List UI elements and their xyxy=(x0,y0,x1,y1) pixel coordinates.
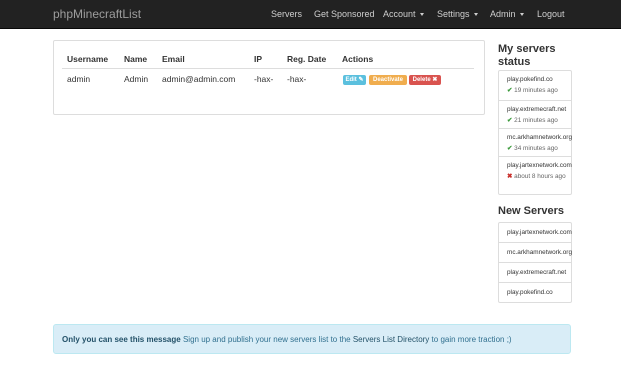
server-address: mc.arkhamnetwork.org xyxy=(507,249,572,256)
list-item[interactable]: mc.arkhamnetwork.org ✔ 34 minutes ago xyxy=(499,128,572,156)
header-ip: IP xyxy=(254,54,263,64)
delete-button[interactable]: Delete ✖ xyxy=(409,75,441,85)
table-header-divider xyxy=(62,68,474,69)
nav-settings-dropdown[interactable]: Settings xyxy=(437,9,478,19)
servers-list-directory-link[interactable]: Servers List Directory xyxy=(353,335,429,344)
server-address: play.jartexnetwork.com xyxy=(507,162,572,169)
nav-admin-dropdown[interactable]: Admin xyxy=(490,9,524,19)
last-checked: 21 minutes ago xyxy=(514,117,558,124)
list-item[interactable]: play.jartexnetwork.com xyxy=(499,223,572,242)
list-item[interactable]: play.pokefind.co xyxy=(499,282,571,302)
list-item[interactable]: play.extremecraft.net ✔ 21 minutes ago xyxy=(499,100,571,128)
server-address: play.extremecraft.net xyxy=(507,269,567,276)
header-name: Name xyxy=(124,54,148,64)
cross-icon: ✖ xyxy=(507,173,513,180)
header-email: Email xyxy=(162,54,185,64)
server-address: play.jartexnetwork.com xyxy=(507,229,572,236)
list-item[interactable]: play.pokefind.co ✔ 19 minutes ago xyxy=(499,71,571,100)
nav-get-sponsored[interactable]: Get Sponsored xyxy=(314,9,375,19)
cell-reg-date: -hax- xyxy=(287,74,307,84)
list-item[interactable]: play.jartexnetwork.com ✖ about 8 hours a… xyxy=(499,156,572,194)
check-icon: ✔ xyxy=(507,87,513,94)
alert-message: Only you can see this message Sign up an… xyxy=(62,335,512,344)
users-table-panel: Username Name Email IP Reg. Date Actions… xyxy=(53,40,485,115)
edit-label: Edit xyxy=(345,77,357,83)
server-address: play.pokefind.co xyxy=(507,289,553,296)
alert-text-1: Sign up and publish your new servers lis… xyxy=(182,335,351,344)
nav-account-label: Account xyxy=(383,9,416,19)
last-checked: 34 minutes ago xyxy=(514,145,558,152)
server-address: play.extremecraft.net xyxy=(507,106,567,113)
servers-status-title: My servers status xyxy=(498,43,556,68)
pencil-icon: ✎ xyxy=(358,77,364,83)
info-alert: Only you can see this message Sign up an… xyxy=(53,324,571,354)
chevron-down-icon xyxy=(519,13,524,17)
chevron-down-icon xyxy=(419,13,424,17)
header-actions: Actions xyxy=(342,54,374,64)
nav-admin-label: Admin xyxy=(490,9,516,19)
nav-logout[interactable]: Logout xyxy=(537,9,565,19)
new-servers-title: New Servers xyxy=(498,205,565,217)
alert-strong: Only you can see this message xyxy=(62,335,181,344)
header-username: Username xyxy=(67,54,109,64)
deactivate-button[interactable]: Deactivate xyxy=(369,75,407,85)
nav-servers[interactable]: Servers xyxy=(271,9,302,19)
new-servers-list: play.jartexnetwork.com mc.arkhamnetwork.… xyxy=(498,222,572,303)
server-address: mc.arkhamnetwork.org xyxy=(507,134,572,141)
cell-ip: -hax- xyxy=(254,74,274,84)
edit-button[interactable]: Edit ✎ xyxy=(343,75,366,85)
list-item[interactable]: mc.arkhamnetwork.org xyxy=(499,242,572,262)
cell-name: Admin xyxy=(124,74,149,84)
list-item[interactable]: play.extremecraft.net xyxy=(499,262,571,282)
nav-account-dropdown[interactable]: Account xyxy=(383,9,424,19)
cell-username: admin xyxy=(67,74,91,84)
check-icon: ✔ xyxy=(507,145,513,152)
cell-email: admin@admin.com xyxy=(162,74,236,84)
brand-link[interactable]: phpMinecraftList xyxy=(53,7,141,21)
close-icon: ✖ xyxy=(432,77,438,83)
nav-settings-label: Settings xyxy=(437,9,470,19)
alert-text-2: to gain more traction ;) xyxy=(431,335,512,344)
servers-status-list: play.pokefind.co ✔ 19 minutes ago play.e… xyxy=(498,70,572,195)
header-reg-date: Reg. Date xyxy=(287,54,327,64)
chevron-down-icon xyxy=(473,13,478,17)
check-icon: ✔ xyxy=(507,117,513,124)
last-checked: 19 minutes ago xyxy=(514,87,558,94)
last-checked: about 8 hours ago xyxy=(514,173,566,180)
server-address: play.pokefind.co xyxy=(507,76,553,83)
delete-label: Delete xyxy=(412,77,431,83)
top-navbar: phpMinecraftList Servers Get Sponsored A… xyxy=(0,0,621,29)
